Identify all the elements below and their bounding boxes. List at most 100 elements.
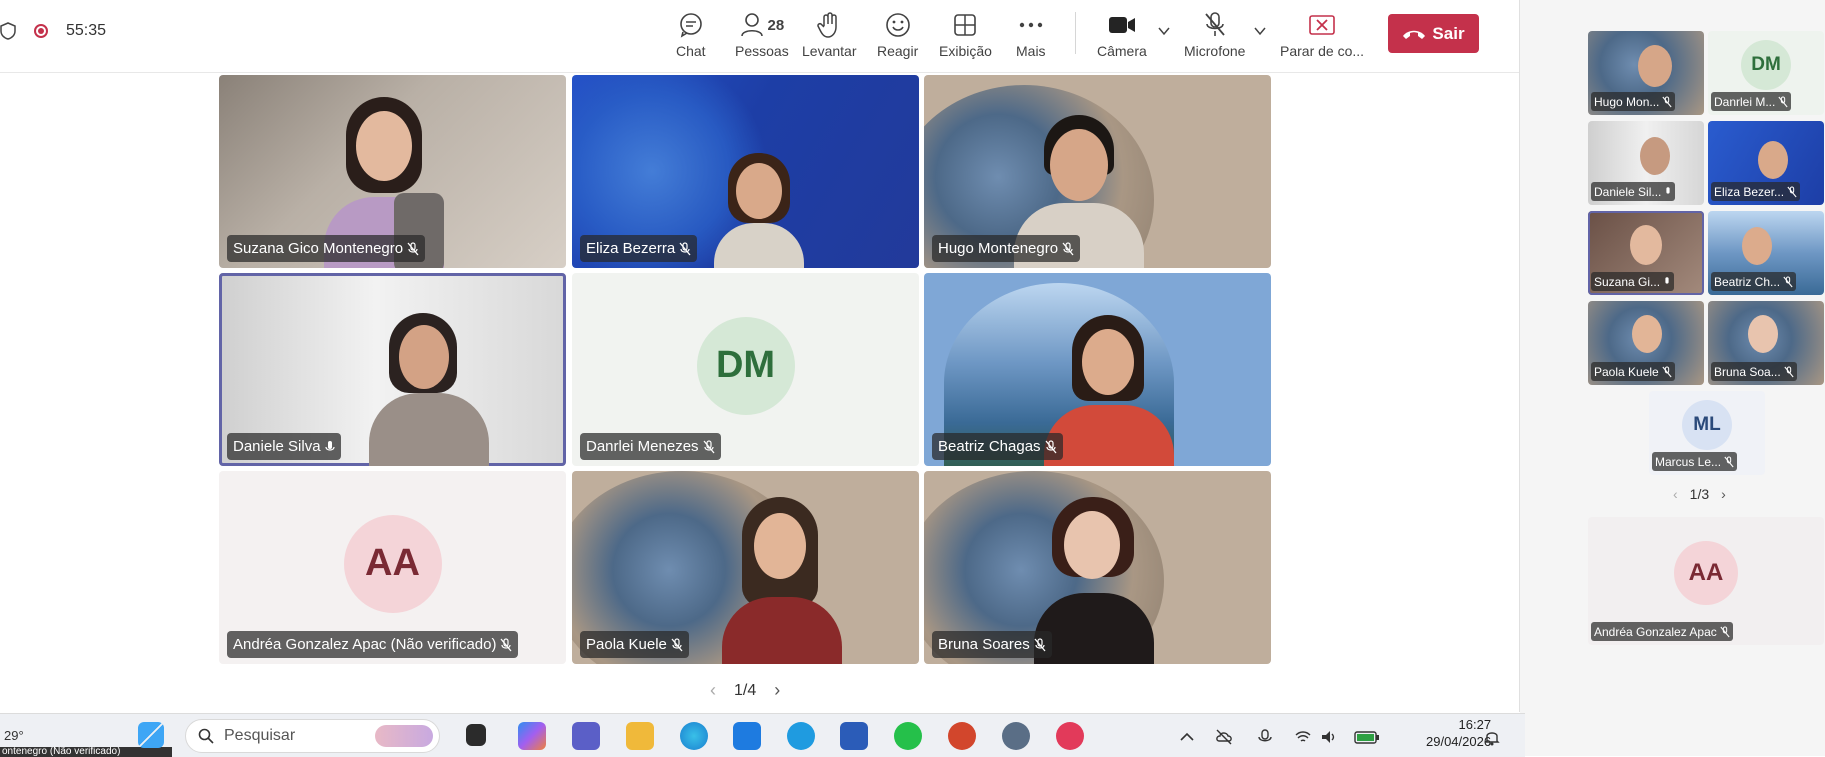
- mic-on-icon: [324, 440, 335, 451]
- copilot-icon[interactable]: [518, 722, 546, 750]
- file-explorer-icon[interactable]: [626, 722, 654, 750]
- mic-on-icon: [1666, 186, 1670, 194]
- participant-video: [1742, 227, 1772, 265]
- participant-name-chip: Danrlei Menezes: [580, 433, 721, 460]
- rail-page-indicator: 1/3: [1689, 486, 1710, 502]
- teams-icon[interactable]: [572, 722, 600, 750]
- more-label: Mais: [1016, 43, 1046, 59]
- emoji-icon: [885, 8, 911, 42]
- mic-muted-icon: [703, 439, 715, 453]
- powerpoint-icon[interactable]: [948, 722, 976, 750]
- stop-sharing-label: Parar de co...: [1280, 43, 1365, 59]
- participant-tile[interactable]: Paola Kuele: [572, 471, 919, 664]
- participant-tile[interactable]: Hugo Montenegro: [924, 75, 1271, 268]
- settings-icon[interactable]: [1002, 722, 1030, 750]
- participant-video: [1758, 141, 1788, 179]
- participant-name-chip: Bruna Soares: [932, 631, 1052, 658]
- rail-next-icon[interactable]: ›: [1721, 486, 1726, 502]
- cloud-offline-icon[interactable]: [1215, 728, 1233, 746]
- chat-label: Chat: [676, 43, 706, 59]
- participant-tile[interactable]: Daniele Silva: [219, 273, 566, 466]
- avatar-initials: DM: [1741, 39, 1791, 90]
- chevron-up-icon[interactable]: [1178, 728, 1196, 746]
- participant-tile[interactable]: DM Danrlei Menezes: [572, 273, 919, 466]
- participant-name: Marcus Le...: [1655, 454, 1722, 469]
- people-button[interactable]: 28 Pessoas: [735, 8, 789, 59]
- mic-muted-icon: [1724, 456, 1734, 467]
- previous-page-icon[interactable]: ‹: [710, 680, 716, 701]
- participant-video: [1748, 315, 1778, 353]
- rail-name-chip: Suzana Gi...: [1591, 272, 1675, 291]
- camera-options-chevron-icon[interactable]: [1157, 24, 1171, 38]
- shield-icon: [0, 22, 16, 40]
- chat-button[interactable]: Chat: [676, 8, 706, 59]
- rail-previous-icon[interactable]: ‹: [1673, 486, 1678, 502]
- search-placeholder: Pesquisar: [224, 727, 296, 744]
- rail-participant-tile[interactable]: Bruna Soa...: [1708, 301, 1824, 385]
- participant-name: Danrlei M...: [1714, 94, 1776, 109]
- taskbar-clock[interactable]: 16:27 29/04/2026: [1426, 716, 1491, 750]
- participant-name: Hugo Mon...: [1594, 94, 1660, 109]
- rail-pager: ‹ 1/3 ›: [1673, 486, 1726, 502]
- word-icon[interactable]: [840, 722, 868, 750]
- participant-name-chip: Beatriz Chagas: [932, 433, 1063, 460]
- start-icon[interactable]: [138, 722, 164, 748]
- raise-hand-label: Levantar: [802, 43, 857, 59]
- mic-options-chevron-icon[interactable]: [1253, 24, 1267, 38]
- rail-featured-tile[interactable]: AA Andréa Gonzalez Apac: [1588, 517, 1824, 645]
- weather-temperature[interactable]: 29°: [4, 728, 24, 743]
- rail-participant-tile[interactable]: ML Marcus Le...: [1649, 391, 1765, 475]
- meeting-status: 55:35: [0, 22, 106, 40]
- rail-participant-tile[interactable]: Eliza Bezer...: [1708, 121, 1824, 205]
- store-icon[interactable]: [733, 722, 761, 750]
- video-grid: Suzana Gico Montenegro Eliza Bezerra Hug…: [0, 73, 1520, 713]
- rail-participant-tile[interactable]: Daniele Sil...: [1588, 121, 1704, 205]
- participant-name: Andréa Gonzalez Apac: [1594, 624, 1717, 639]
- people-label: Pessoas: [735, 43, 789, 59]
- battery-icon[interactable]: [1354, 728, 1380, 746]
- participant-tile[interactable]: Suzana Gico Montenegro: [219, 75, 566, 268]
- task-view-icon[interactable]: [466, 724, 486, 746]
- view-button[interactable]: Exibição: [939, 8, 992, 59]
- participant-name-chip: Andréa Gonzalez Apac (Não verificado): [227, 631, 519, 658]
- meeting-toolbar: 55:35 Chat 28 Pessoas Levantar Reagir Ex…: [0, 0, 1520, 73]
- participant-name: Suzana Gi...: [1594, 274, 1661, 289]
- microphone-tray-icon[interactable]: [1256, 728, 1274, 746]
- rail-name-chip: Paola Kuele: [1591, 362, 1675, 381]
- more-button[interactable]: Mais: [1016, 8, 1046, 59]
- camera-button[interactable]: Câmera: [1097, 8, 1147, 59]
- notification-bell-icon[interactable]: [1483, 728, 1501, 746]
- participant-tile[interactable]: Eliza Bezerra: [572, 75, 919, 268]
- rail-participant-tile[interactable]: Paola Kuele: [1588, 301, 1704, 385]
- stop-sharing-button[interactable]: Parar de co...: [1280, 8, 1364, 59]
- next-page-icon[interactable]: ›: [774, 680, 780, 701]
- participant-name-chip: Suzana Gico Montenegro: [227, 235, 426, 262]
- edge-icon[interactable]: [680, 722, 708, 750]
- people-count: 28: [767, 16, 785, 34]
- camera-label: Câmera: [1097, 43, 1147, 59]
- volume-icon[interactable]: [1320, 728, 1338, 746]
- participant-name: Eliza Bezerra: [586, 240, 676, 257]
- chat-app-icon[interactable]: [787, 722, 815, 750]
- avatar-initials: ML: [1682, 399, 1732, 450]
- rail-participant-tile[interactable]: Beatriz Ch...: [1708, 211, 1824, 295]
- rail-participant-tile[interactable]: DM Danrlei M...: [1708, 31, 1824, 115]
- grid-page-indicator: 1/4: [734, 681, 757, 699]
- taskbar-search[interactable]: Pesquisar: [185, 719, 440, 753]
- participant-tile[interactable]: Bruna Soares: [924, 471, 1271, 664]
- wifi-icon[interactable]: [1294, 728, 1312, 746]
- whatsapp-icon[interactable]: [894, 722, 922, 750]
- mic-muted-icon: [1783, 276, 1793, 287]
- recording-icon: [34, 24, 48, 38]
- rail-participant-tile[interactable]: Hugo Mon...: [1588, 31, 1704, 115]
- raise-hand-button[interactable]: Levantar: [802, 8, 856, 59]
- app-icon[interactable]: [1056, 722, 1084, 750]
- leave-button[interactable]: Sair: [1388, 14, 1479, 53]
- react-button[interactable]: Reagir: [877, 8, 918, 59]
- participant-tile[interactable]: Beatriz Chagas: [924, 273, 1271, 466]
- participant-name: Andréa Gonzalez Apac (Não verificado): [233, 636, 497, 653]
- microphone-button[interactable]: Microfone: [1184, 8, 1245, 59]
- mic-muted-icon: [1778, 96, 1788, 107]
- participant-tile[interactable]: AA Andréa Gonzalez Apac (Não verificado): [219, 471, 566, 664]
- rail-participant-tile[interactable]: Suzana Gi...: [1588, 211, 1704, 295]
